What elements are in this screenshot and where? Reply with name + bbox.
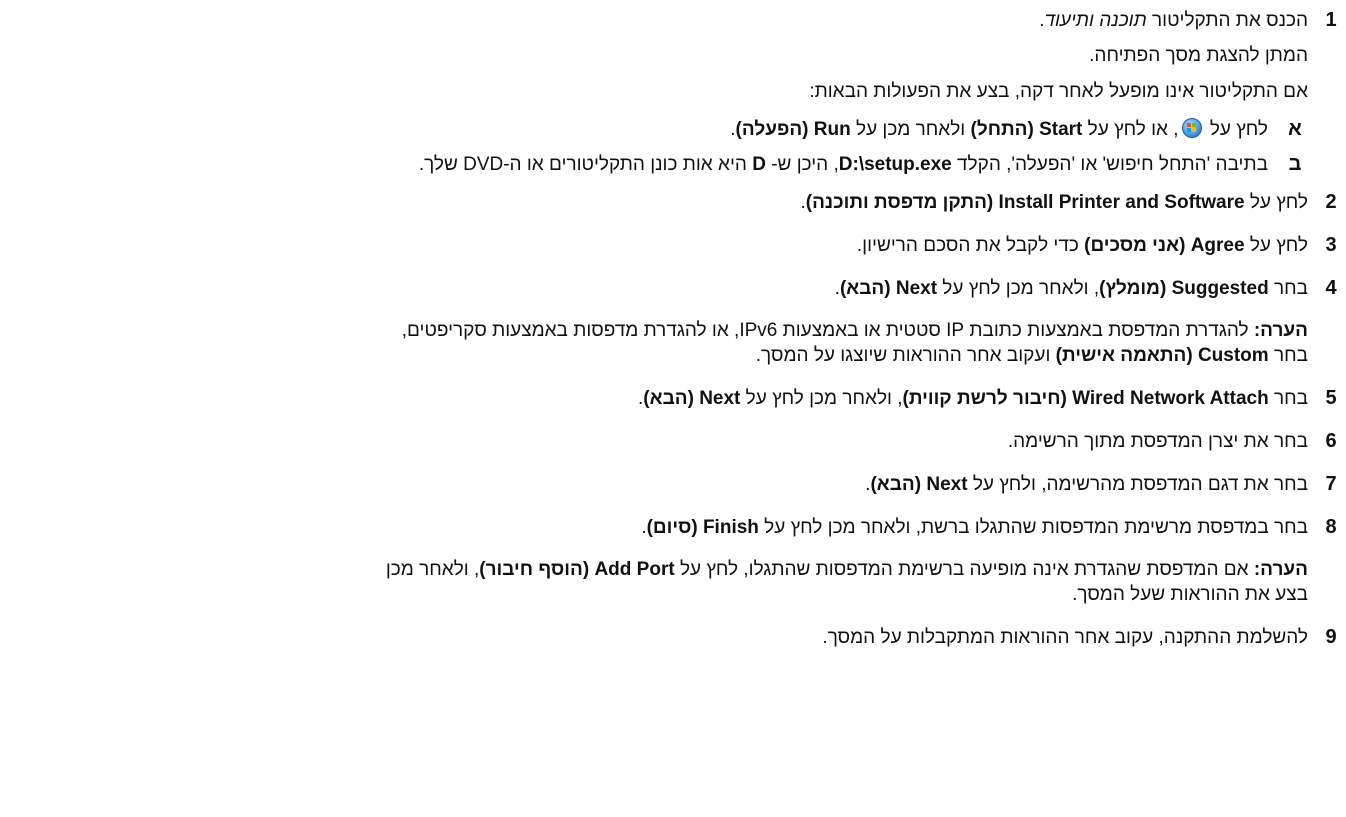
step-text: הכנס את התקליטור תוכנה ותיעוד. <box>1039 10 1308 31</box>
step-4: 4 בחר Suggested (מומלץ), ולאחר מכן לחץ ע… <box>0 276 1346 301</box>
step-number: 3 <box>1325 234 1337 256</box>
step-text: להשלמת ההתקנה, עקוב אחר ההוראות המתקבלות… <box>822 627 1308 648</box>
step-text: לחץ על Agree (אני מסכים) כדי לקבל את הסכ… <box>856 235 1308 256</box>
agree-label: Agree <box>1190 235 1245 256</box>
step-text: בחר Suggested (מומלץ), ולאחר מכן לחץ על … <box>834 278 1308 299</box>
step-text: בחר Wired Network Attach (חיבור לרשת קוו… <box>638 388 1308 409</box>
setup-command: D:\setup.exe <box>838 154 952 175</box>
substep-text: בתיבה 'התחל חיפוש' או 'הפעלה', הקלד D:\s… <box>418 154 1268 175</box>
step-number: 5 <box>1325 387 1337 409</box>
if-not-launch-text: אם התקליטור אינו מופעל לאחר דקה, בצע את … <box>809 81 1308 102</box>
step-text: לחץ על Install Printer and Software (התק… <box>800 192 1308 213</box>
step-text: בחר במדפסת מרשימת המדפסות שהתגלו ברשת, ו… <box>641 517 1308 538</box>
finish-label: Finish <box>702 517 759 538</box>
step-number: 9 <box>1325 626 1337 648</box>
step-number: 1 <box>1325 9 1337 31</box>
step-7: 7 בחר את דגם המדפסת מהרשימה, ולחץ על Nex… <box>0 472 1346 497</box>
add-port-label: Add Port <box>594 559 675 580</box>
wait-welcome-text: המתן להצגת מסך הפתיחה. <box>1089 45 1308 66</box>
step-1: 1 הכנס את התקליטור תוכנה ותיעוד. <box>0 8 1346 33</box>
step-2: 2 לחץ על Install Printer and Software (ה… <box>0 190 1346 215</box>
substep-text: לחץ על , או לחץ על Start (התחל) ולאחר מכ… <box>730 118 1268 140</box>
install-printer-label: Install Printer and Software <box>998 192 1245 213</box>
installation-instructions: 1 הכנס את התקליטור תוכנה ותיעוד. המתן לה… <box>0 0 1346 817</box>
step-3: 3 לחץ על Agree (אני מסכים) כדי לקבל את ה… <box>0 233 1346 258</box>
drive-letter: D <box>752 154 766 175</box>
wired-network-label: Wired Network Attach <box>1072 388 1269 409</box>
step-number: 6 <box>1325 430 1337 452</box>
substep-a: א לחץ על , או לחץ על Start (התחל) ולאחר … <box>730 117 1346 142</box>
step-number: 2 <box>1325 191 1337 213</box>
step-number: 7 <box>1325 473 1337 495</box>
step-5: 5 בחר Wired Network Attach (חיבור לרשת ק… <box>0 386 1346 411</box>
note-static-ip: הערה: להגדרת המדפסת באמצעות כתובת IP סטט… <box>401 320 1308 366</box>
step-text: בחר את יצרן המדפסת מתוך הרשימה. <box>1007 431 1308 452</box>
start-label: Start <box>1039 119 1083 140</box>
substep-letter: ב <box>1288 153 1302 175</box>
next-label: Next <box>699 388 741 409</box>
note-label: הערה: <box>1253 559 1308 580</box>
suggested-label: Suggested <box>1171 278 1269 299</box>
disc-name: תוכנה ותיעוד <box>1044 10 1147 31</box>
custom-label: Custom <box>1197 345 1269 366</box>
next-label: Next <box>895 278 938 299</box>
run-label: Run <box>813 119 851 140</box>
step-number: 8 <box>1325 516 1337 538</box>
substep-letter: א <box>1288 118 1302 140</box>
step-6: 6 בחר את יצרן המדפסת מתוך הרשימה. <box>0 429 1346 454</box>
step-9: 9 להשלמת ההתקנה, עקוב אחר ההוראות המתקבל… <box>0 625 1346 650</box>
next-label: Next <box>926 474 968 495</box>
substep-b: ב בתיבה 'התחל חיפוש' או 'הפעלה', הקלד D:… <box>419 152 1346 177</box>
step-8: 8 בחר במדפסת מרשימת המדפסות שהתגלו ברשת,… <box>0 515 1346 540</box>
note-add-port: הערה: אם המדפסת שהגדרת אינה מופיעה ברשימ… <box>385 559 1308 605</box>
note-label: הערה: <box>1253 320 1308 341</box>
step-text: בחר את דגם המדפסת מהרשימה, ולחץ על Next … <box>865 474 1308 495</box>
windows-start-icon <box>1181 118 1202 138</box>
step-number: 4 <box>1325 277 1337 299</box>
